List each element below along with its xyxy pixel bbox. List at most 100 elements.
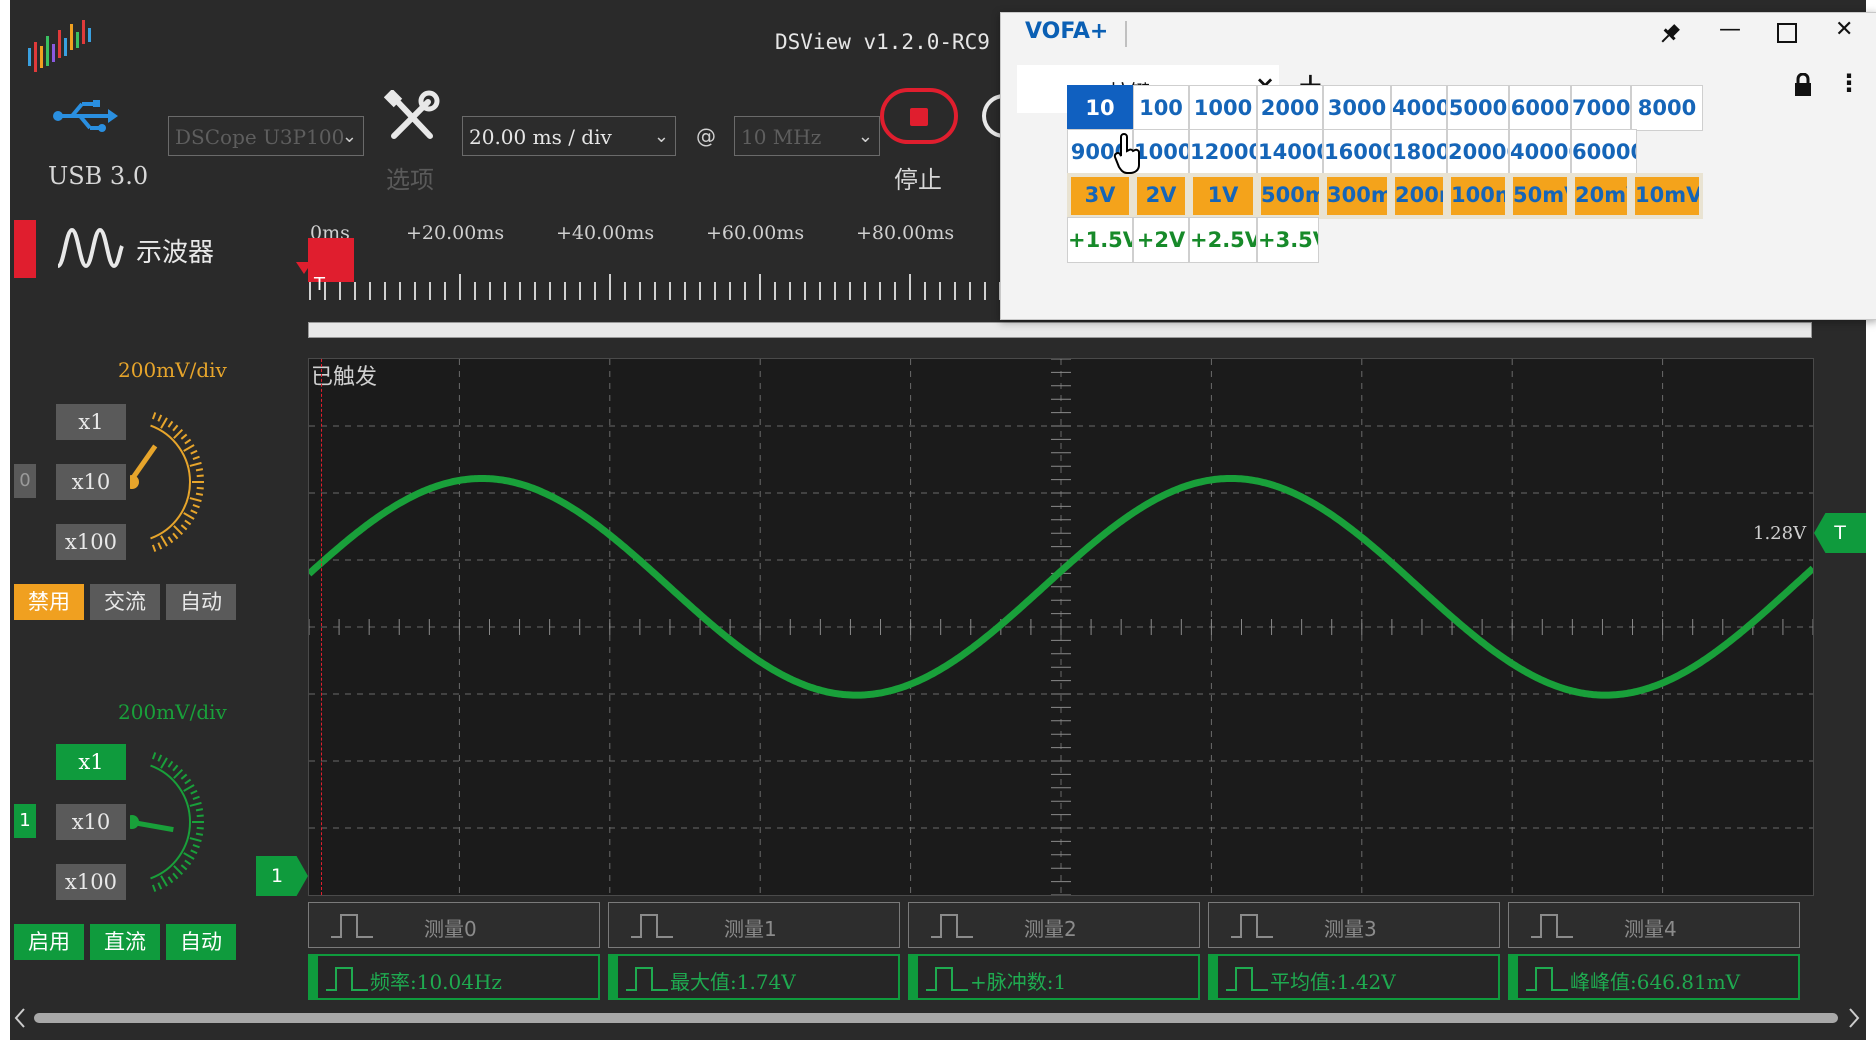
measure-icon xyxy=(1531,914,1573,938)
ch0-probe-x100[interactable]: x100 xyxy=(56,524,126,560)
vofa-row4-button[interactable]: +2V xyxy=(1133,217,1189,263)
timebase-select[interactable]: 20.00 ms / div ⌄ xyxy=(462,116,676,156)
measure-slot[interactable]: 测量4 xyxy=(1508,902,1800,948)
measure-slot[interactable]: 测量2 xyxy=(908,902,1200,948)
vofa-row3-button[interactable]: 300mV xyxy=(1323,173,1391,219)
vofa-row2-button[interactable]: 14000 xyxy=(1257,129,1323,175)
trigger-time-line xyxy=(321,359,323,895)
ch0-auto-button[interactable]: 自动 xyxy=(166,584,236,620)
vofa-row1-button[interactable]: 4000 xyxy=(1391,85,1447,131)
ch1-probe-x100[interactable]: x100 xyxy=(56,864,126,900)
vofa-row1-button[interactable]: 5000 xyxy=(1447,85,1509,131)
vofa-row1-button[interactable]: 2000 xyxy=(1257,85,1323,131)
measure-color-bar xyxy=(610,956,618,998)
measure-slot[interactable]: 测量0 xyxy=(308,902,600,948)
ch1-probe-x10[interactable]: x10 xyxy=(56,804,126,840)
vofa-row3-button[interactable]: 100mV xyxy=(1447,173,1509,219)
device-select[interactable]: DSCope U3P100 ⌄ xyxy=(168,116,364,156)
ch1-dc-button[interactable]: 直流 xyxy=(90,924,160,960)
options-label[interactable]: 选项 xyxy=(386,160,434,195)
knob-tick xyxy=(183,512,195,520)
knob-tick xyxy=(167,420,174,428)
vofa-row1-button[interactable]: 6000 xyxy=(1509,85,1571,131)
vofa-row4-button[interactable]: +2.5V xyxy=(1189,217,1257,263)
measure-slot-label: 测量2 xyxy=(1024,917,1077,941)
vofa-row3-button[interactable]: 1V xyxy=(1189,173,1257,219)
measure-icon xyxy=(331,914,373,938)
stop-label[interactable]: 停止 xyxy=(894,160,942,195)
ch0-index[interactable]: 0 xyxy=(14,464,36,498)
chevron-down-icon: ⌄ xyxy=(857,126,873,147)
options-tools-icon[interactable] xyxy=(384,90,440,146)
scope-screen[interactable]: 已触发 1.28V xyxy=(308,358,1814,896)
samplerate-select-value: 10 MHz xyxy=(741,125,822,149)
vofa-row2-button[interactable]: 60000 xyxy=(1571,129,1637,175)
ch1-enable-button[interactable]: 启用 xyxy=(14,924,84,960)
measure-value-label: 平均值:1.42V xyxy=(1270,970,1396,994)
knob-tick xyxy=(151,412,157,420)
samplerate-select[interactable]: 10 MHz ⌄ xyxy=(734,116,880,156)
measure-icon xyxy=(326,967,368,991)
vofa-row2-button[interactable]: 12000 xyxy=(1189,129,1257,175)
measure-value[interactable]: 最大值:1.74V xyxy=(608,954,900,1000)
stop-button[interactable] xyxy=(880,88,958,144)
ch1-vdiv-knob[interactable] xyxy=(130,726,260,916)
measure-value[interactable]: 平均值:1.42V xyxy=(1208,954,1500,1000)
knob-tick xyxy=(189,461,202,467)
knob-arc xyxy=(150,764,191,880)
knob-tick xyxy=(190,789,198,795)
ch1-index[interactable]: 1 xyxy=(14,804,36,838)
trigger-arrow-icon xyxy=(296,262,312,274)
usb-icon xyxy=(53,100,118,132)
vofa-row3-button[interactable]: 200mV xyxy=(1391,173,1447,219)
measure-icon xyxy=(926,967,968,991)
trigger-level-label: 1.28V xyxy=(1753,523,1807,544)
ch0-vdiv-knob[interactable] xyxy=(130,386,260,576)
overview-bar[interactable] xyxy=(308,322,1812,338)
vofa-row1-button[interactable]: 7000 xyxy=(1571,85,1631,131)
measure-value[interactable]: 频率:10.04Hz xyxy=(308,954,600,1000)
vofa-row3-button[interactable]: 500mV xyxy=(1257,173,1323,219)
knob-tick xyxy=(180,773,188,780)
vofa-row1-button[interactable]: 3000 xyxy=(1323,85,1391,131)
measure-value[interactable]: 峰峰值:646.81mV xyxy=(1508,954,1800,1000)
knob-tick xyxy=(183,784,195,792)
ch1-probe-x1[interactable]: x1 xyxy=(56,744,126,780)
ch0-ac-button[interactable]: 交流 xyxy=(90,584,160,620)
vofa-row3-button[interactable]: 10mV xyxy=(1631,173,1703,219)
vofa-row3-button[interactable]: 50mV xyxy=(1509,173,1571,219)
vofa-row3-button[interactable]: 20mV xyxy=(1571,173,1631,219)
knob-tick xyxy=(151,752,157,760)
time-ruler[interactable] xyxy=(308,238,1008,304)
vofa-row4-button[interactable]: +1.5V xyxy=(1067,217,1133,263)
measure-color-bar xyxy=(1510,956,1518,998)
measure-slot[interactable]: 测量3 xyxy=(1208,902,1500,948)
horizontal-scrollbar[interactable] xyxy=(10,1005,1866,1029)
vofa-row2-button[interactable]: 20000 xyxy=(1447,129,1509,175)
knob-hub xyxy=(130,475,139,489)
vofa-row2-button[interactable]: 16000 xyxy=(1323,129,1391,175)
trigger-level-handle[interactable]: T xyxy=(1814,513,1866,553)
vofa-row2-button[interactable]: 40000 xyxy=(1509,129,1571,175)
vofa-row1-button[interactable]: 8000 xyxy=(1631,85,1703,131)
measure-slot[interactable]: 测量1 xyxy=(608,902,900,948)
measure-value[interactable]: +脉冲数:1 xyxy=(908,954,1200,1000)
vofa-row4-button[interactable]: +3.5V xyxy=(1257,217,1319,263)
ch1-offset-handle[interactable]: 1 xyxy=(256,856,308,896)
knob-tick xyxy=(157,882,163,890)
ch0-disable-button[interactable]: 禁用 xyxy=(14,584,84,620)
vofa-row1-button[interactable]: 100 xyxy=(1133,85,1189,131)
vofa-row1-button[interactable]: 1000 xyxy=(1189,85,1257,131)
ch1-auto-button[interactable]: 自动 xyxy=(166,924,236,960)
knob-tick xyxy=(196,814,204,818)
vofa-row3-button[interactable]: 2V xyxy=(1133,173,1189,219)
vofa-row1-button[interactable]: 10 xyxy=(1067,85,1133,131)
ch0-probe-x1[interactable]: x1 xyxy=(56,404,126,440)
knob-tick xyxy=(192,503,200,509)
ch0-probe-x10[interactable]: x10 xyxy=(56,464,126,500)
measure-value-label: +脉冲数:1 xyxy=(970,970,1067,994)
vofa-row2-button[interactable]: 18000 xyxy=(1391,129,1447,175)
ch1-trace xyxy=(309,475,1813,699)
vofa-row3-button[interactable]: 3V xyxy=(1067,173,1133,219)
measure-icon xyxy=(631,914,673,938)
